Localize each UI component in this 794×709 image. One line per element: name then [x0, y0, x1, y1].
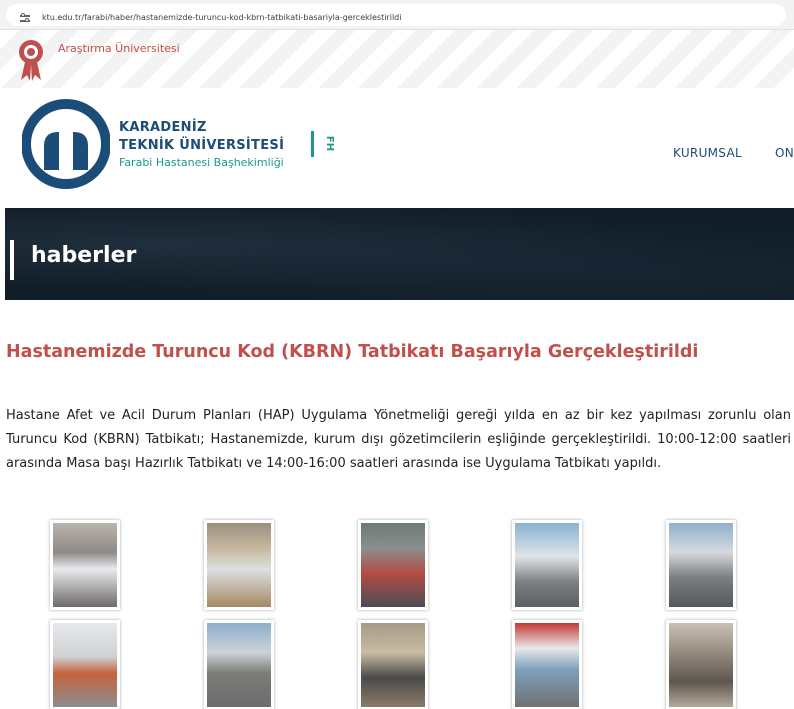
gallery-photo[interactable] [666, 520, 736, 610]
url-field[interactable]: ktu.edu.tr/farabi/haber/hastanemizde-tur… [6, 4, 786, 26]
gallery-photo[interactable] [512, 520, 582, 610]
title-accent-bar [10, 240, 14, 280]
top-strip: Araştırma Üniversitesi [0, 30, 794, 88]
gallery-photo[interactable] [666, 620, 736, 709]
gallery-photo[interactable] [204, 620, 274, 709]
hospital-subtitle: Farabi Hastanesi Başhekimliği [119, 156, 284, 169]
page-title-band: haberler [5, 208, 794, 300]
article-body: Hastane Afet ve Acil Durum Planları (HAP… [6, 408, 791, 471]
url-text[interactable]: ktu.edu.tr/farabi/haber/hastanemizde-tur… [42, 13, 401, 22]
award-ribbon-icon [19, 40, 43, 81]
nav-item-kurumsal[interactable]: KURUMSAL [673, 146, 742, 160]
ktu-logo-icon[interactable] [22, 96, 110, 192]
site-settings-icon[interactable] [20, 13, 30, 23]
page-title: haberler [31, 243, 137, 268]
gallery-photo[interactable] [512, 620, 582, 709]
logo-divider [311, 131, 314, 157]
fh-mark: FH [324, 135, 336, 152]
gallery-photo[interactable] [50, 620, 120, 709]
article-title: Hastanemizde Turuncu Kod (KBRN) Tatbikat… [6, 342, 699, 362]
nav-item-next[interactable]: ON [775, 146, 794, 160]
university-name-line2: TEKNİK ÜNİVERSİTESİ [119, 138, 285, 153]
university-name-line1: KARADENİZ [119, 120, 207, 135]
research-university-label[interactable]: Araştırma Üniversitesi [58, 42, 180, 55]
gallery-photo[interactable] [358, 520, 428, 610]
gallery-photo[interactable] [50, 520, 120, 610]
gallery-photo[interactable] [204, 520, 274, 610]
browser-address-bar: ktu.edu.tr/farabi/haber/hastanemizde-tur… [0, 0, 794, 30]
gallery-photo[interactable] [358, 620, 428, 709]
